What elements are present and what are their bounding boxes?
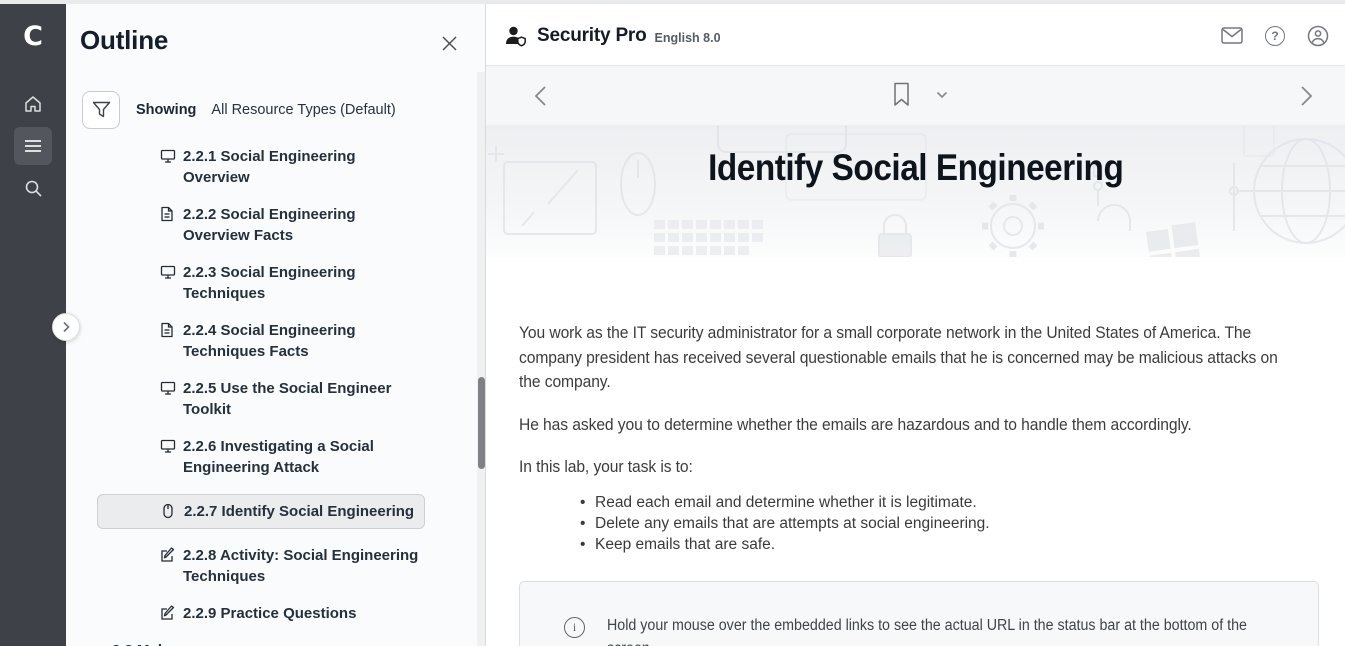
document-icon [160, 322, 176, 338]
outline-scrollbar-track[interactable] [477, 72, 485, 646]
task-item: Read each email and determine whether it… [519, 492, 1345, 513]
search-icon [24, 179, 43, 198]
edit-icon [160, 605, 176, 621]
app-logo[interactable]: C [17, 20, 49, 52]
product-edition: English 8.0 [655, 31, 721, 45]
funnel-icon [92, 101, 111, 119]
outline-scrollbar-thumb[interactable] [478, 377, 485, 469]
task-list: Read each email and determine whether it… [519, 492, 1345, 556]
previous-button[interactable] [534, 85, 547, 107]
outline-title: Outline [80, 25, 168, 56]
security-doodle-pattern [486, 126, 1345, 257]
outline-item-activity[interactable]: 2.2.8 Activity: Social Engineering Techn… [160, 545, 423, 587]
filter-button[interactable] [82, 91, 120, 129]
outline-item-video[interactable]: 2.2.5 Use the Social Engineer Toolkit [160, 378, 423, 420]
chevron-right-icon [1300, 85, 1313, 107]
outline-item-lab-selected[interactable]: 2.2.7 Identify Social Engineering [97, 494, 425, 529]
monitor-icon [160, 264, 176, 280]
mail-icon [1221, 27, 1243, 44]
panel-collapse-button[interactable] [52, 313, 80, 341]
outline-section-malware[interactable]: 2.3 Malware [112, 640, 423, 646]
question-icon: ? [1265, 26, 1285, 46]
bookmark-menu-button[interactable] [936, 91, 948, 99]
outline-item-document[interactable]: 2.2.4 Social Engineering Techniques Fact… [160, 320, 423, 362]
outline-panel: Outline Showing All Resource Types (Defa… [66, 4, 485, 646]
chevron-down-icon [936, 91, 948, 99]
chevron-left-icon [534, 85, 547, 107]
help-button[interactable]: ? [1264, 25, 1286, 47]
edit-icon [160, 547, 176, 563]
filter-value: All Resource Types (Default) [211, 102, 395, 118]
monitor-icon [160, 148, 176, 164]
outline-item-document[interactable]: 2.2.2 Social Engineering Overview Facts [160, 204, 423, 246]
monitor-icon [160, 380, 176, 396]
person-circle-icon [1307, 25, 1329, 47]
outline-item-video[interactable]: 2.2.3 Social Engineering Techniques [160, 262, 423, 304]
outline-menu-button[interactable] [14, 127, 52, 165]
mouse-icon [161, 503, 177, 519]
user-shield-icon [503, 24, 528, 48]
app-window: C [0, 0, 1345, 646]
lab-instructions: You work as the IT security administrato… [486, 257, 1345, 646]
bookmark-icon [893, 82, 910, 107]
next-button[interactable] [1300, 85, 1313, 107]
content-area: Security Pro English 8.0 ? [486, 0, 1345, 646]
product-name: Security Pro [537, 25, 647, 47]
outline-item-activity[interactable]: 2.2.9 Practice Questions [160, 603, 423, 624]
home-button[interactable] [14, 85, 52, 123]
chevron-right-icon [62, 321, 70, 333]
hamburger-icon [24, 139, 42, 153]
close-icon [441, 35, 458, 52]
filter-row: Showing All Resource Types (Default) [82, 91, 396, 129]
scenario-paragraph: He has asked you to determine whether th… [519, 413, 1301, 438]
top-strip [0, 0, 1345, 4]
outline-item-video[interactable]: 2.2.1 Social Engineering Overview [160, 146, 423, 188]
outline-list: 2.2.1 Social Engineering Overview 2.2.2 … [66, 146, 465, 646]
title-banner: Identify Social Engineering [486, 126, 1345, 257]
close-outline-button[interactable] [437, 31, 461, 55]
page-title: Identify Social Engineering [486, 147, 1345, 189]
note-text: Hold your mouse over the embedded links … [607, 614, 1288, 646]
panel-divider [485, 0, 486, 646]
product-header: Security Pro English 8.0 ? [486, 0, 1345, 66]
document-icon [160, 206, 176, 222]
search-button[interactable] [14, 169, 52, 207]
home-icon [23, 94, 43, 114]
scenario-paragraph: You work as the IT security administrato… [519, 321, 1301, 395]
note-callout: i Hold your mouse over the embedded link… [519, 581, 1319, 646]
task-item: Delete any emails that are attempts at s… [519, 513, 1345, 534]
header-actions: ? [1221, 25, 1329, 47]
bookmark-button[interactable] [893, 82, 910, 107]
info-icon: i [564, 617, 585, 638]
filter-showing-label: Showing [136, 102, 196, 118]
account-button[interactable] [1307, 25, 1329, 47]
lesson-navbar [486, 66, 1345, 126]
task-item: Keep emails that are safe. [519, 534, 1345, 555]
monitor-icon [160, 438, 176, 454]
outline-item-video[interactable]: 2.2.6 Investigating a Social Engineering… [160, 436, 423, 478]
task-intro: In this lab, your task is to: [519, 455, 1301, 480]
messages-button[interactable] [1221, 25, 1243, 47]
